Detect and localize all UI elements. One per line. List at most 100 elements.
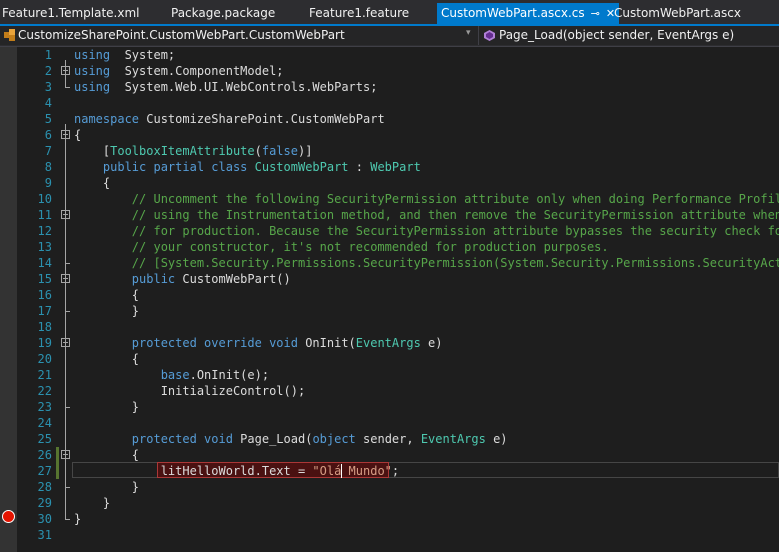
code-line[interactable]: 31 <box>0 527 779 543</box>
line-number: 1 <box>44 48 52 62</box>
line-number: 11 <box>37 208 52 222</box>
code-line[interactable]: 21 base.OnInit(e); <box>0 367 779 383</box>
code-line[interactable]: 6{ <box>0 127 779 143</box>
code-text: // [System.Security.Permissions.Security… <box>74 256 779 270</box>
class-icon <box>4 29 15 41</box>
code-text: } <box>74 304 140 318</box>
type-selector[interactable]: CustomizeSharePoint.CustomWebPart.Custom… <box>0 26 479 45</box>
code-line[interactable]: 22 InitializeControl(); <box>0 383 779 399</box>
line-number: 18 <box>37 320 52 334</box>
line-number: 26 <box>37 448 52 462</box>
tab-customwebpart-ascx[interactable]: CustomWebPart.ascx <box>614 3 741 23</box>
outline-guide-end <box>65 519 70 520</box>
code-line[interactable]: 11 // using the Instrumentation method, … <box>0 207 779 223</box>
type-selector-label: CustomizeSharePoint.CustomWebPart.Custom… <box>18 28 345 42</box>
code-text: base.OnInit(e); <box>74 368 270 382</box>
code-text: // for production. Because the SecurityP… <box>74 224 779 238</box>
line-number: 27 <box>37 464 52 478</box>
line-number: 24 <box>37 416 52 430</box>
code-text: } <box>74 512 82 526</box>
tab-feature1-feature[interactable]: Feature1.feature <box>309 3 409 23</box>
code-line[interactable]: 23 } <box>0 399 779 415</box>
line-number: 10 <box>37 192 52 206</box>
code-line[interactable]: 8 public partial class CustomWebPart : W… <box>0 159 779 175</box>
code-line[interactable]: 14 // [System.Security.Permissions.Secur… <box>0 255 779 271</box>
line-number: 15 <box>37 272 52 286</box>
code-text: // Uncomment the following SecurityPermi… <box>74 192 779 206</box>
line-number: 22 <box>37 384 52 398</box>
code-line[interactable]: 7 [ToolboxItemAttribute(false)] <box>0 143 779 159</box>
line-number: 25 <box>37 432 52 446</box>
code-text: using System.Web.UI.WebControls.WebParts… <box>74 80 378 94</box>
line-number: 19 <box>37 336 52 350</box>
code-editor[interactable]: 1 using System; 2 using System.ComponentMod… <box>0 47 779 552</box>
code-line[interactable]: 10 // Uncomment the following SecurityPe… <box>0 191 779 207</box>
code-text: litHelloWorld.Text = "Olá Mundo"; <box>74 464 400 478</box>
outline-guide-end <box>65 311 70 312</box>
tab-package-package[interactable]: Package.package <box>171 3 275 23</box>
code-line[interactable]: 19 protected override void OnInit(EventA… <box>0 335 779 351</box>
line-number: 20 <box>37 352 52 366</box>
outline-guide <box>65 204 66 263</box>
code-line[interactable]: 28 } <box>0 479 779 495</box>
code-line[interactable]: 24 <box>0 415 779 431</box>
line-number: 9 <box>44 176 52 190</box>
code-line[interactable]: 18 <box>0 319 779 335</box>
code-text: { <box>74 176 111 190</box>
code-text: public partial class CustomWebPart : Web… <box>74 160 421 174</box>
code-text: // your constructor, it's not recommende… <box>74 240 609 254</box>
code-line[interactable]: 15 public CustomWebPart() <box>0 271 779 287</box>
code-text: namespace CustomizeSharePoint.CustomWebP… <box>74 112 385 126</box>
line-number: 23 <box>37 400 52 414</box>
tab-customwebpart-ascx-cs[interactable]: CustomWebPart.ascx.cs ⊸ ✕ <box>437 3 620 24</box>
member-selector[interactable]: Page_Load(object sender, EventArgs e) <box>479 26 779 45</box>
code-line[interactable]: 17 } <box>0 303 779 319</box>
line-number: 21 <box>37 368 52 382</box>
outline-guide-end <box>65 87 70 88</box>
code-text: protected void Page_Load(object sender, … <box>74 432 508 446</box>
line-number: 3 <box>44 80 52 94</box>
code-line[interactable]: 16 { <box>0 287 779 303</box>
outline-guide <box>65 284 66 311</box>
code-line[interactable]: 26 { <box>0 447 779 463</box>
code-text: } <box>74 496 111 510</box>
code-text: using System; <box>74 48 176 62</box>
code-line[interactable]: 12 // for production. Because the Securi… <box>0 223 779 239</box>
code-line[interactable]: 4 <box>0 95 779 111</box>
code-line[interactable]: 9 { <box>0 175 779 191</box>
line-number: 8 <box>44 160 52 174</box>
document-tab-bar: Feature1.Template.xml Package.package Fe… <box>0 0 779 25</box>
code-text: { <box>74 288 140 302</box>
chevron-down-icon[interactable]: ▾ <box>466 28 471 38</box>
line-number: 4 <box>44 96 52 110</box>
member-selector-label: Page_Load(object sender, EventArgs e) <box>499 28 735 42</box>
outline-guide <box>65 444 66 487</box>
code-line[interactable]: 1 using System; <box>0 47 779 63</box>
outline-guide <box>65 60 66 87</box>
code-line[interactable]: 20 { <box>0 351 779 367</box>
code-line[interactable]: 2 using System.ComponentModel; <box>0 63 779 79</box>
code-line[interactable]: 5 namespace CustomizeSharePoint.CustomWeb… <box>0 111 779 127</box>
code-line[interactable]: 3 using System.Web.UI.WebControls.WebPart… <box>0 79 779 95</box>
code-line[interactable]: 27 litHelloWorld.Text = "Olá Mundo"; <box>0 463 779 479</box>
tab-feature1-template-xml[interactable]: Feature1.Template.xml <box>2 3 140 23</box>
outline-guide <box>65 348 66 407</box>
tab-label: CustomWebPart.ascx.cs <box>441 6 585 20</box>
line-number: 14 <box>37 256 52 270</box>
line-number: 13 <box>37 240 52 254</box>
code-text: using System.ComponentModel; <box>74 64 284 78</box>
code-line[interactable]: 30} <box>0 511 779 527</box>
code-text: } <box>74 400 140 414</box>
line-number: 6 <box>44 128 52 142</box>
code-line[interactable]: 25 protected void Page_Load(object sende… <box>0 431 779 447</box>
navigation-bar: CustomizeSharePoint.CustomWebPart.Custom… <box>0 26 779 47</box>
line-number: 5 <box>44 112 52 126</box>
code-line[interactable]: 29 } <box>0 495 779 511</box>
line-number: 12 <box>37 224 52 238</box>
code-line[interactable]: 13 // your constructor, it's not recomme… <box>0 239 779 255</box>
line-number: 28 <box>37 480 52 494</box>
code-text: [ToolboxItemAttribute(false)] <box>74 144 313 158</box>
code-text: { <box>74 352 140 366</box>
line-number: 31 <box>37 528 52 542</box>
pin-icon[interactable]: ⊸ <box>591 7 600 20</box>
